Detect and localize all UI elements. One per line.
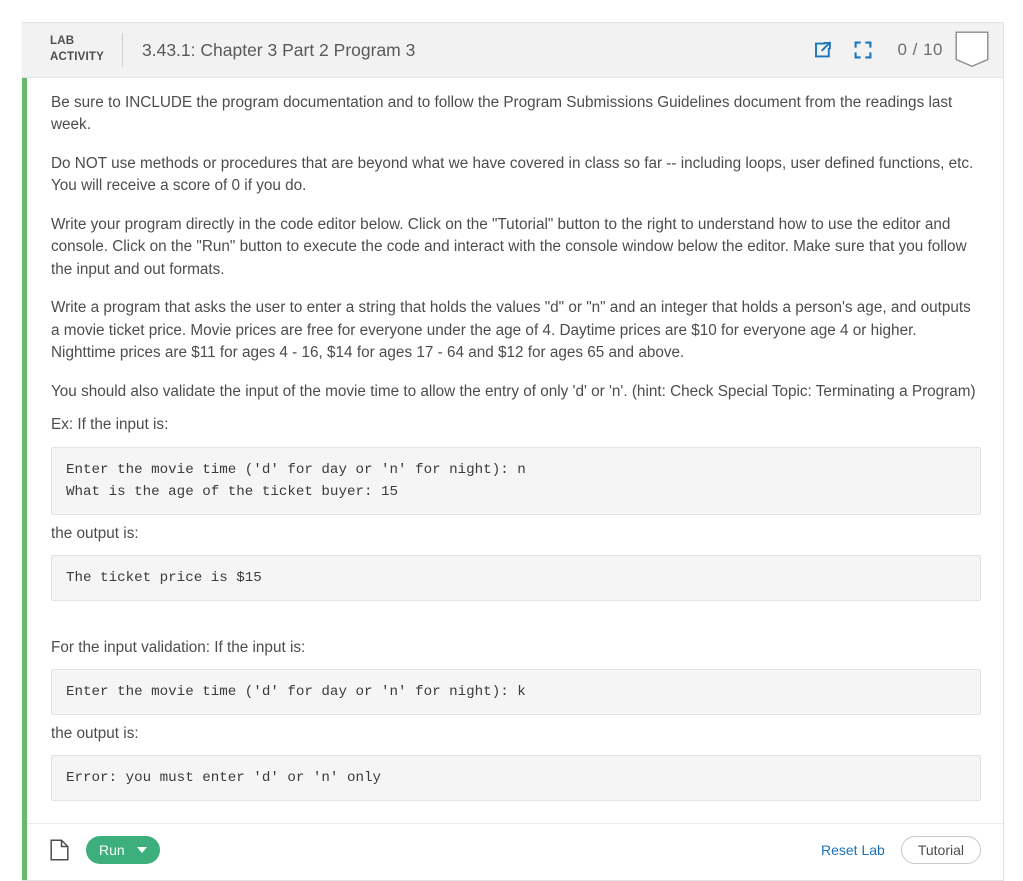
validation-output-label: the output is: [51, 724, 139, 742]
activity-header: LAB ACTIVITY 3.43.1: Chapter 3 Part 2 Pr… [22, 23, 1003, 78]
example-output-code: The ticket price is $15 [51, 554, 981, 601]
instruction-paragraph: You should also validate the input of th… [51, 382, 976, 400]
score-display: 0 / 10 [897, 40, 943, 59]
activity-title: 3.43.1: Chapter 3 Part 2 Program 3 [142, 39, 416, 60]
instruction-paragraph: Write a program that asks the user to en… [51, 299, 971, 362]
example-output-label: the output is: [51, 524, 139, 542]
chevron-down-icon [136, 847, 147, 854]
file-icon[interactable] [46, 837, 72, 863]
lab-toolbar: Run Reset Lab Tutorial [22, 823, 1003, 881]
run-button[interactable]: Run [86, 836, 160, 865]
run-button-label: Run [99, 842, 125, 859]
activity-body: Be sure to INCLUDE the program documenta… [22, 78, 1003, 802]
external-link-icon [813, 40, 833, 60]
lab-activity-card: LAB ACTIVITY 3.43.1: Chapter 3 Part 2 Pr… [22, 22, 1004, 881]
validation-input-label: For the input validation: If the input i… [51, 638, 306, 656]
ribbon-badge-icon [955, 31, 989, 69]
header-actions: 0 / 10 [803, 30, 1003, 70]
lab-tag-line-1: LAB [50, 35, 75, 48]
open-in-new-window-button[interactable] [803, 30, 843, 70]
reset-lab-link[interactable]: Reset Lab [821, 842, 885, 858]
lab-activity-tag: LAB ACTIVITY [27, 34, 122, 65]
activity-accent-bar [22, 23, 27, 881]
lab-tag-line-2: ACTIVITY [50, 51, 104, 63]
instruction-paragraph: Write your program directly in the code … [51, 215, 967, 278]
tutorial-button[interactable]: Tutorial [900, 836, 981, 865]
validation-input-code: Enter the movie time ('d' for day or 'n'… [51, 668, 981, 715]
fullscreen-button[interactable] [843, 30, 883, 70]
instruction-paragraph: Be sure to INCLUDE the program documenta… [51, 94, 953, 134]
instruction-paragraph: Do NOT use methods or procedures that ar… [51, 154, 974, 195]
example-input-code: Enter the movie time ('d' for day or 'n'… [51, 446, 981, 515]
validation-output-code: Error: you must enter 'd' or 'n' only [51, 755, 981, 802]
example-input-label: Ex: If the input is: [51, 416, 169, 434]
fullscreen-icon [853, 40, 873, 60]
